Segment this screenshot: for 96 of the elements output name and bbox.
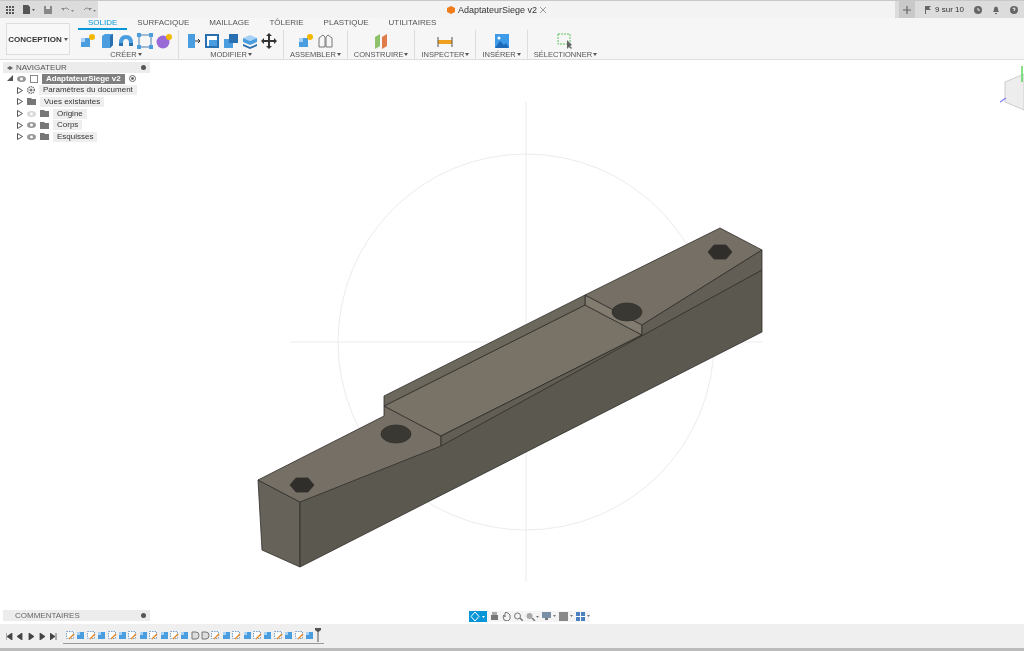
radio-icon[interactable] bbox=[128, 75, 136, 83]
new-tab-button[interactable] bbox=[899, 1, 916, 18]
sketch-rectangle-icon[interactable] bbox=[137, 32, 153, 49]
sketch-icon[interactable] bbox=[128, 630, 138, 640]
pin-icon[interactable] bbox=[141, 613, 146, 618]
expanded-arrow-icon[interactable] bbox=[7, 75, 13, 83]
extrude-icon[interactable] bbox=[138, 630, 148, 640]
toolbar-tab[interactable]: MAILLAGE bbox=[199, 18, 260, 30]
undo-icon[interactable] bbox=[61, 5, 74, 14]
component-cube-icon[interactable] bbox=[80, 32, 96, 49]
press-pull-icon[interactable] bbox=[185, 32, 201, 49]
part-drawing[interactable] bbox=[257, 227, 763, 568]
viewports-icon[interactable] bbox=[576, 612, 590, 621]
bell-icon[interactable] bbox=[992, 5, 1000, 14]
document-icon bbox=[30, 74, 38, 83]
panel-title: COMMENTAIRES bbox=[15, 611, 80, 620]
sphere-icon[interactable] bbox=[156, 32, 172, 49]
collapsed-arrow-icon[interactable] bbox=[17, 133, 23, 141]
sketch-icon[interactable] bbox=[169, 630, 179, 640]
orbit-icon[interactable] bbox=[469, 611, 487, 622]
planes-icon[interactable] bbox=[373, 32, 390, 49]
eye-icon[interactable] bbox=[27, 122, 36, 129]
collapsed-arrow-icon[interactable] bbox=[17, 110, 23, 118]
cube-icon bbox=[447, 5, 455, 14]
timeline-marker-icon[interactable] bbox=[315, 628, 322, 642]
sketch-icon[interactable] bbox=[232, 630, 242, 640]
collapsed-arrow-icon[interactable] bbox=[17, 86, 23, 94]
extrude-icon[interactable] bbox=[284, 630, 294, 640]
skip-start-icon[interactable] bbox=[6, 632, 13, 640]
panel-title: NAVIGATEUR bbox=[16, 63, 67, 72]
extrude-icon[interactable] bbox=[76, 630, 86, 640]
document-tab[interactable]: AdaptateurSiege v2 bbox=[98, 1, 896, 18]
zoom-window-icon[interactable] bbox=[526, 612, 539, 621]
close-icon[interactable] bbox=[540, 6, 547, 13]
sketch-icon[interactable] bbox=[273, 630, 283, 640]
extrude-icon[interactable] bbox=[263, 630, 273, 640]
move-icon[interactable] bbox=[261, 32, 277, 49]
step-back-icon[interactable] bbox=[17, 632, 24, 640]
flag-icon bbox=[925, 5, 934, 14]
grid-display-icon[interactable] bbox=[559, 612, 573, 621]
play-icon[interactable] bbox=[28, 632, 35, 640]
skip-end-icon[interactable] bbox=[50, 632, 57, 640]
file-icon[interactable] bbox=[23, 5, 35, 14]
plus-icon bbox=[903, 5, 912, 14]
pan-hand-icon[interactable] bbox=[502, 612, 511, 621]
sketch-icon[interactable] bbox=[107, 630, 117, 640]
extrude-icon[interactable] bbox=[242, 630, 252, 640]
save-icon[interactable] bbox=[44, 5, 52, 14]
collapsed-arrow-icon[interactable] bbox=[17, 121, 23, 129]
extrude-icon[interactable] bbox=[99, 32, 115, 49]
grid-menu-icon[interactable] bbox=[6, 5, 14, 14]
collapse-icon[interactable] bbox=[7, 65, 13, 70]
sketch-icon[interactable] bbox=[86, 630, 96, 640]
clock-icon[interactable] bbox=[974, 5, 982, 14]
extrude-icon[interactable] bbox=[159, 630, 169, 640]
sketch-icon[interactable] bbox=[66, 630, 75, 640]
eye-icon[interactable] bbox=[27, 133, 36, 140]
tree-item[interactable]: Origine bbox=[53, 108, 87, 119]
document-title: AdaptateurSiege v2 bbox=[458, 4, 538, 15]
extrude-icon[interactable] bbox=[97, 630, 107, 640]
tree-item[interactable]: Vues existantes bbox=[40, 97, 105, 107]
workspace-dropdown[interactable]: CONCEPTION bbox=[6, 23, 70, 55]
stacked-plates-icon[interactable] bbox=[242, 32, 258, 49]
combine-icon[interactable] bbox=[223, 32, 239, 49]
component-cube-icon[interactable] bbox=[297, 32, 314, 49]
gear-icon bbox=[27, 86, 35, 95]
step-forward-icon[interactable] bbox=[39, 632, 46, 640]
toolbar-tab[interactable]: TÔLERIE bbox=[259, 18, 314, 30]
tree-item[interactable]: Esquisses bbox=[53, 131, 98, 142]
sketch-icon[interactable] bbox=[253, 630, 263, 640]
image-icon[interactable] bbox=[493, 32, 510, 49]
sketch-icon[interactable] bbox=[149, 630, 159, 640]
collapsed-arrow-icon[interactable] bbox=[17, 98, 23, 106]
monitor-icon[interactable] bbox=[542, 612, 556, 621]
extrude-icon[interactable] bbox=[180, 630, 190, 640]
joint-icon[interactable] bbox=[316, 32, 333, 49]
select-icon[interactable] bbox=[557, 32, 574, 49]
tree-item[interactable]: Corps bbox=[53, 120, 83, 131]
redo-icon[interactable] bbox=[83, 5, 96, 14]
sketch-icon[interactable] bbox=[294, 630, 304, 640]
toolbar-tab[interactable]: UTILITAIRES bbox=[378, 18, 447, 30]
extrude-icon[interactable] bbox=[221, 630, 231, 640]
tree-item[interactable]: AdaptateurSiege v2 bbox=[42, 73, 125, 84]
sketch-icon[interactable] bbox=[211, 630, 221, 640]
zoom-icon[interactable] bbox=[514, 612, 523, 621]
toolbar-tab[interactable]: PLASTIQUE bbox=[313, 18, 379, 30]
toolbar-tab[interactable]: SURFACIQUE bbox=[127, 18, 200, 30]
eye-icon[interactable] bbox=[17, 75, 26, 82]
shell-icon[interactable] bbox=[204, 32, 220, 49]
arch-icon[interactable] bbox=[118, 32, 134, 49]
display-icon[interactable] bbox=[490, 612, 499, 621]
pin-icon[interactable] bbox=[141, 65, 146, 70]
job-status-button[interactable]: 9 sur 10 bbox=[925, 5, 964, 14]
extrude-icon[interactable] bbox=[117, 630, 127, 640]
help-icon[interactable] bbox=[1010, 5, 1018, 14]
tree-item[interactable]: Paramètres du document bbox=[39, 85, 137, 96]
